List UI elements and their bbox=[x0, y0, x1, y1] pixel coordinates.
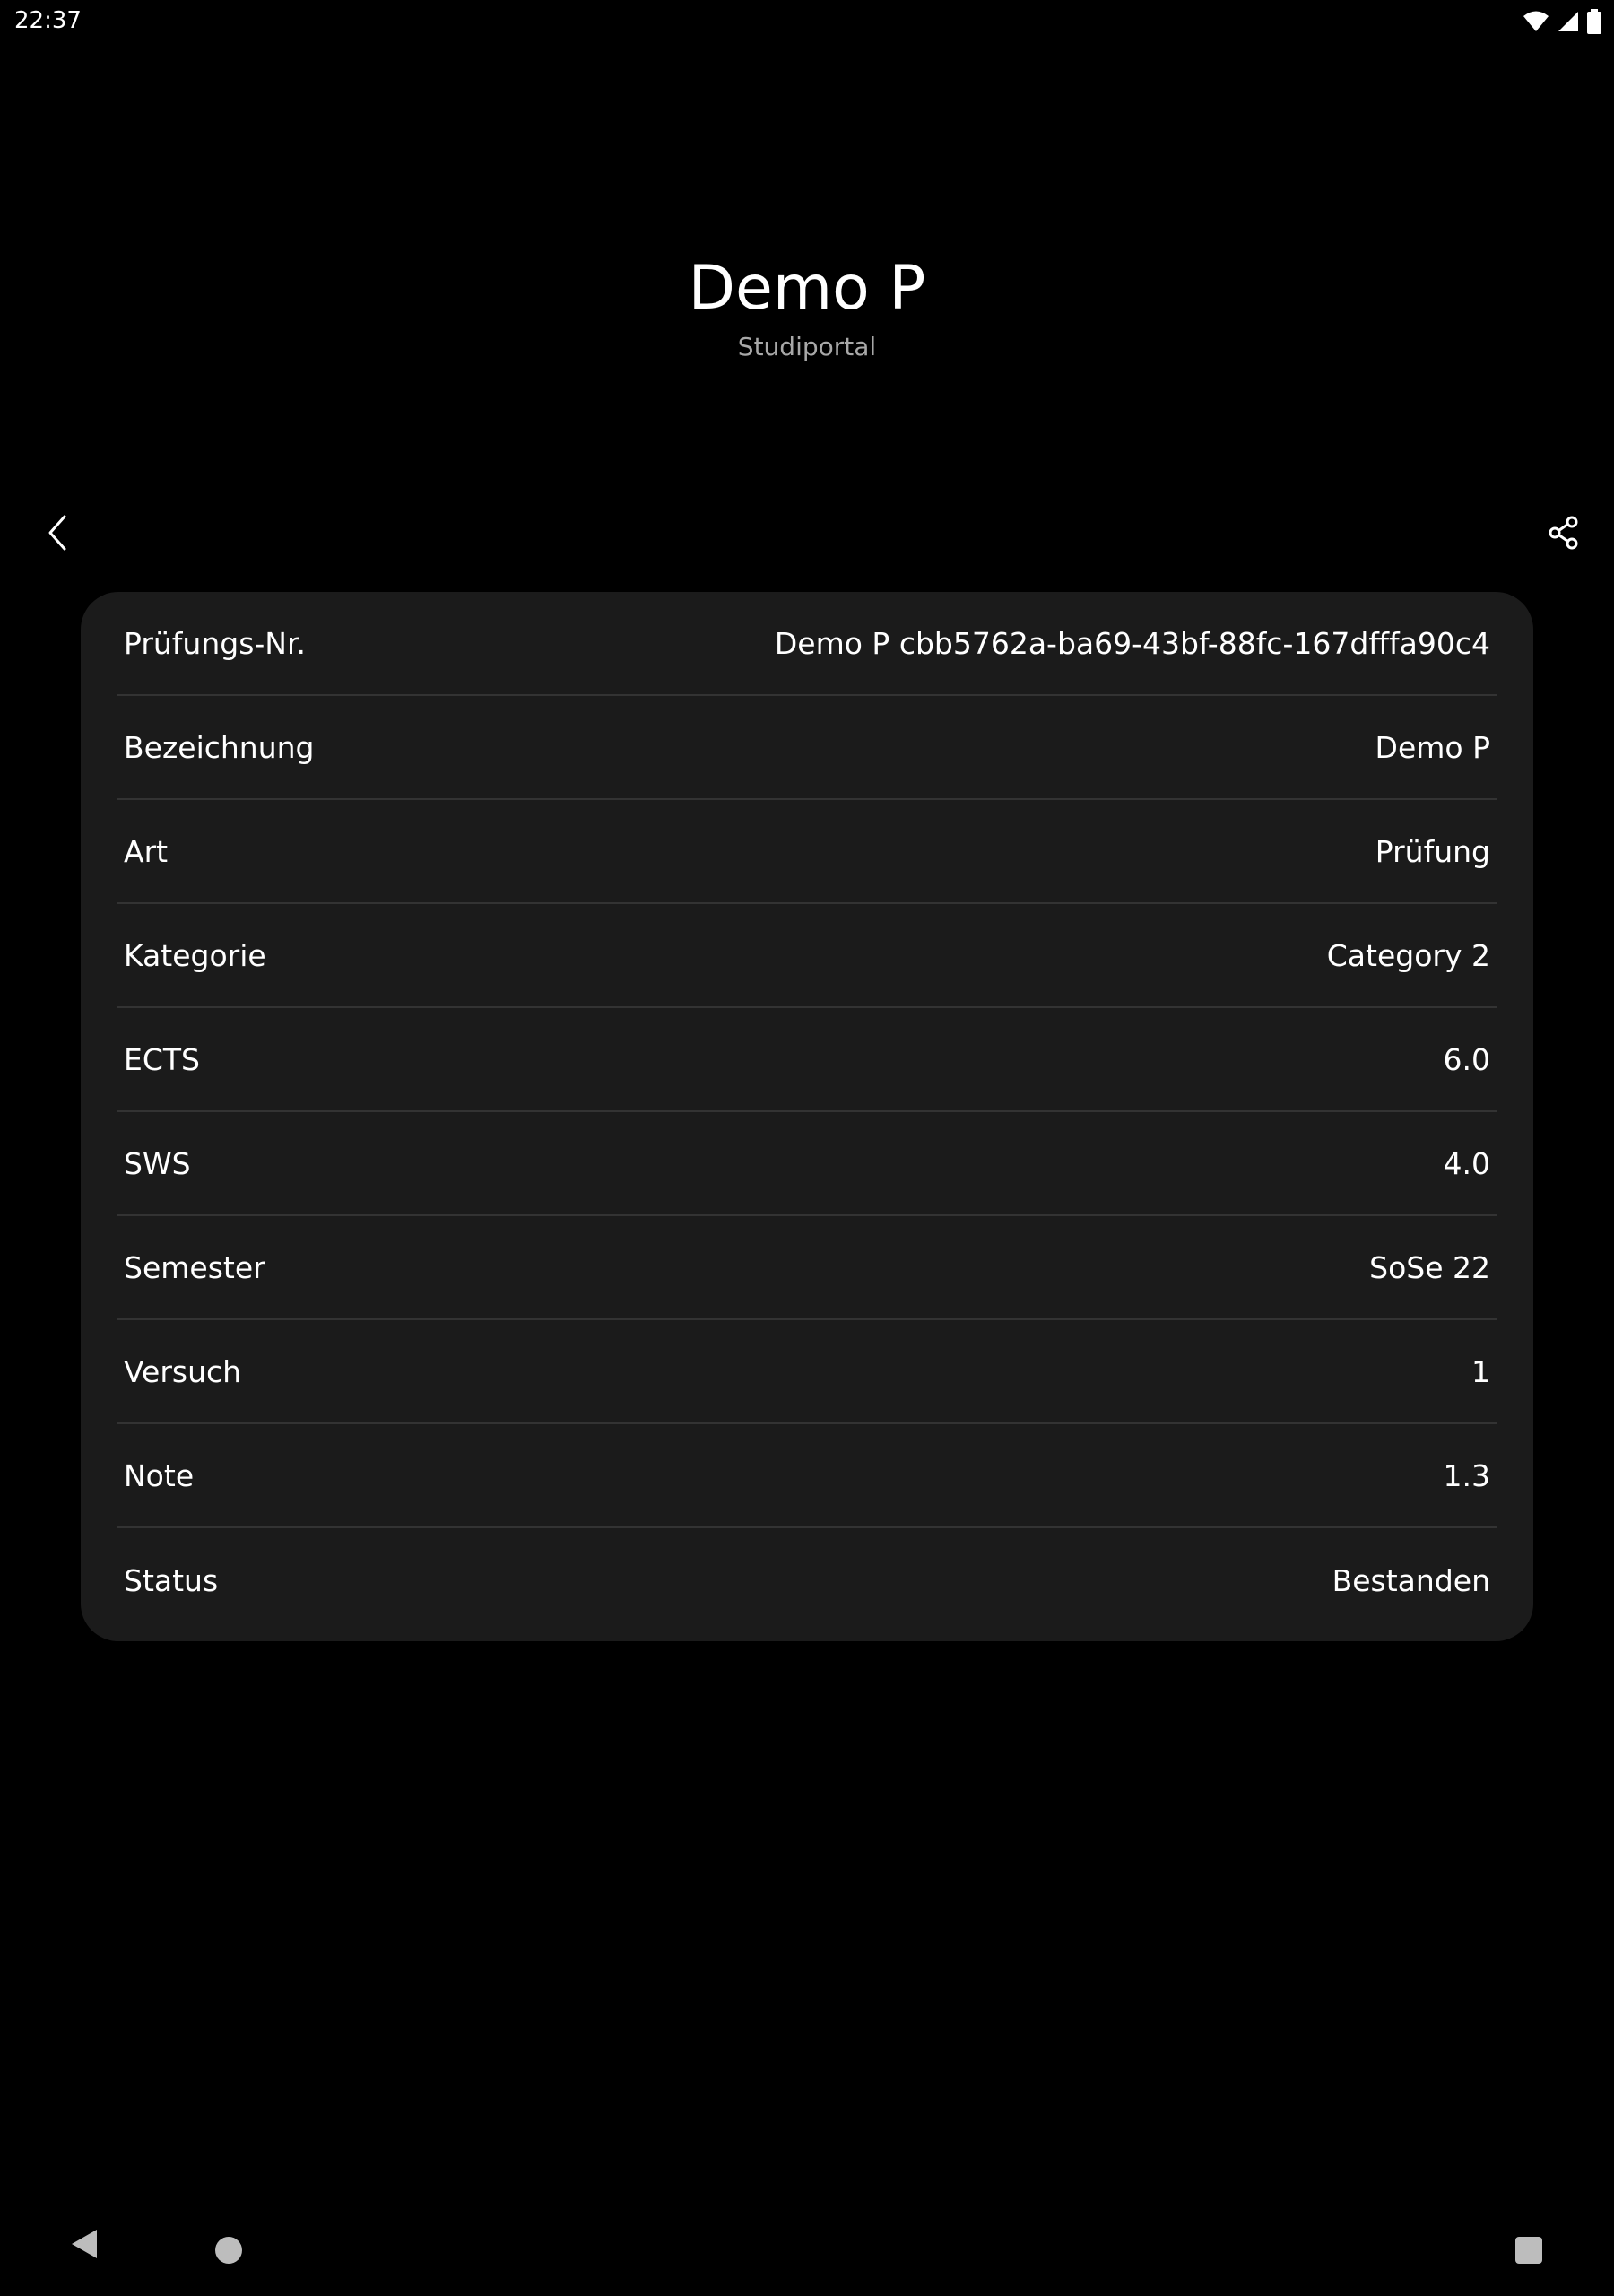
detail-label: Kategorie bbox=[124, 937, 266, 973]
detail-label: SWS bbox=[124, 1145, 191, 1181]
detail-label: Prüfungs-Nr. bbox=[124, 625, 307, 661]
detail-label: Semester bbox=[124, 1249, 265, 1285]
nav-recents-icon[interactable] bbox=[1515, 2237, 1542, 2264]
detail-value: Demo P cbb5762a-ba69-43bf-88fc-167dfffa9… bbox=[774, 625, 1490, 661]
detail-label: Bezeichnung bbox=[124, 729, 315, 765]
detail-row-versuch: Versuch 1 bbox=[117, 1320, 1497, 1424]
detail-value: Demo P bbox=[1375, 729, 1490, 765]
detail-label: Status bbox=[124, 1562, 219, 1598]
detail-row-ects: ECTS 6.0 bbox=[117, 1008, 1497, 1112]
share-icon bbox=[1548, 516, 1580, 554]
detail-row-pruefungs-nr: Prüfungs-Nr. Demo P cbb5762a-ba69-43bf-8… bbox=[117, 592, 1497, 696]
detail-row-kategorie: Kategorie Category 2 bbox=[117, 904, 1497, 1008]
battery-icon bbox=[1587, 9, 1601, 39]
detail-label: Note bbox=[124, 1457, 195, 1493]
status-time: 22:37 bbox=[14, 7, 82, 34]
wifi-icon bbox=[1523, 10, 1549, 38]
share-button[interactable] bbox=[1542, 513, 1585, 556]
detail-value: SoSe 22 bbox=[1369, 1249, 1490, 1285]
detail-value: Category 2 bbox=[1326, 937, 1490, 973]
system-nav-bar bbox=[0, 2210, 1614, 2296]
detail-label: Versuch bbox=[124, 1353, 242, 1389]
detail-value: 4.0 bbox=[1443, 1145, 1490, 1181]
detail-value: 1 bbox=[1471, 1353, 1490, 1389]
detail-value: 6.0 bbox=[1443, 1041, 1490, 1077]
cell-signal-icon bbox=[1557, 10, 1580, 38]
detail-value: Bestanden bbox=[1332, 1562, 1490, 1598]
detail-row-sws: SWS 4.0 bbox=[117, 1112, 1497, 1216]
detail-row-bezeichnung: Bezeichnung Demo P bbox=[117, 696, 1497, 800]
nav-home-icon[interactable] bbox=[215, 2237, 242, 2264]
back-button[interactable] bbox=[36, 509, 79, 560]
header: Demo P Studiportal bbox=[0, 253, 1614, 361]
status-bar: 22:37 bbox=[0, 0, 1614, 43]
nav-back-icon[interactable] bbox=[70, 2228, 99, 2265]
status-icons bbox=[1523, 9, 1601, 39]
detail-row-note: Note 1.3 bbox=[117, 1424, 1497, 1528]
detail-value: 1.3 bbox=[1443, 1457, 1490, 1493]
details-list: Prüfungs-Nr. Demo P cbb5762a-ba69-43bf-8… bbox=[117, 592, 1497, 1632]
detail-row-art: Art Prüfung bbox=[117, 800, 1497, 904]
detail-label: Art bbox=[124, 833, 169, 869]
detail-value: Prüfung bbox=[1375, 833, 1490, 869]
detail-row-status: Status Bestanden bbox=[117, 1528, 1497, 1632]
chevron-left-icon bbox=[45, 513, 70, 557]
page-title: Demo P bbox=[688, 253, 926, 324]
detail-row-semester: Semester SoSe 22 bbox=[117, 1216, 1497, 1320]
exam-details-card: Prüfungs-Nr. Demo P cbb5762a-ba69-43bf-8… bbox=[81, 592, 1533, 1641]
page-subtitle: Studiportal bbox=[737, 332, 877, 361]
detail-label: ECTS bbox=[124, 1041, 200, 1077]
